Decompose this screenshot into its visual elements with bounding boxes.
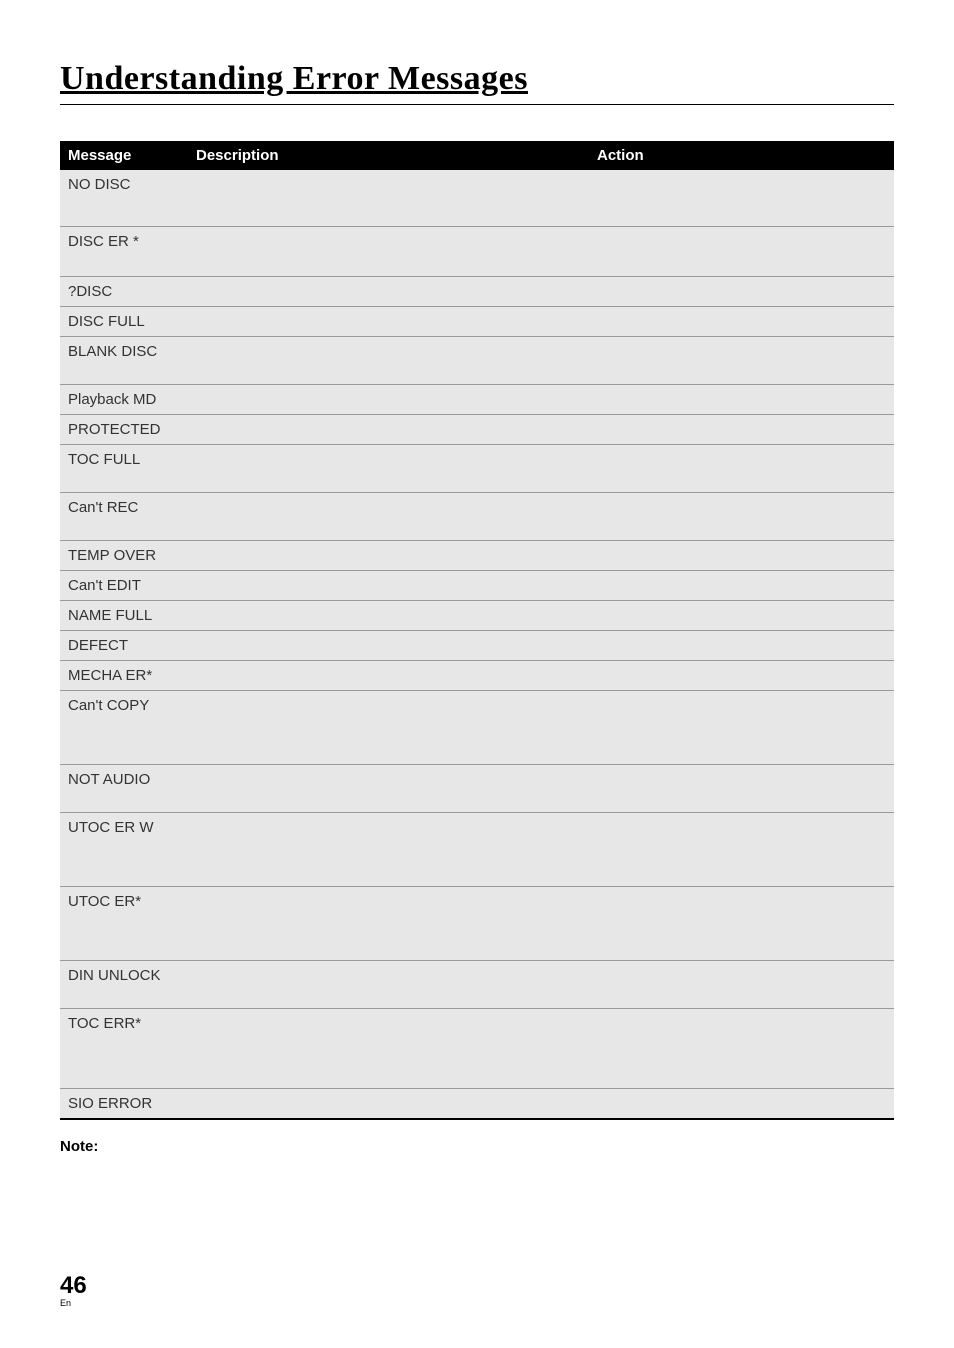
- description-cell: [188, 570, 589, 600]
- message-cell: UTOC ER W: [60, 812, 188, 886]
- message-cell: DISC FULL: [60, 306, 188, 336]
- description-cell: [188, 336, 589, 384]
- message-cell: UTOC ER*: [60, 886, 188, 960]
- message-cell: NAME FULL: [60, 600, 188, 630]
- message-cell: Can't REC: [60, 492, 188, 540]
- action-cell: [589, 226, 894, 276]
- table-row: Can't REC: [60, 492, 894, 540]
- table-row: TEMP OVER: [60, 540, 894, 570]
- message-cell: MECHA ER*: [60, 660, 188, 690]
- table-row: MECHA ER*: [60, 660, 894, 690]
- table-row: NAME FULL: [60, 600, 894, 630]
- table-row: TOC FULL: [60, 444, 894, 492]
- message-cell: Can't EDIT: [60, 570, 188, 600]
- description-cell: [188, 444, 589, 492]
- message-cell: BLANK DISC: [60, 336, 188, 384]
- message-cell: ?DISC: [60, 276, 188, 306]
- action-cell: [589, 1088, 894, 1119]
- description-cell: [188, 812, 589, 886]
- action-cell: [589, 570, 894, 600]
- message-cell: Can't COPY: [60, 690, 188, 764]
- message-cell: TOC FULL: [60, 444, 188, 492]
- message-cell: NOT AUDIO: [60, 764, 188, 812]
- page-number: 46: [60, 1272, 87, 1300]
- table-row: TOC ERR*: [60, 1008, 894, 1088]
- table-row: SIO ERROR: [60, 1088, 894, 1119]
- table-row: DISC FULL: [60, 306, 894, 336]
- description-cell: [188, 384, 589, 414]
- action-cell: [589, 886, 894, 960]
- action-cell: [589, 812, 894, 886]
- table-row: UTOC ER W: [60, 812, 894, 886]
- description-cell: [188, 414, 589, 444]
- table-row: NO DISC: [60, 170, 894, 226]
- message-cell: TEMP OVER: [60, 540, 188, 570]
- message-cell: TOC ERR*: [60, 1008, 188, 1088]
- description-cell: [188, 540, 589, 570]
- table-row: DIN UNLOCK: [60, 960, 894, 1008]
- table-row: UTOC ER*: [60, 886, 894, 960]
- table-row: DISC ER *: [60, 226, 894, 276]
- table-row: DEFECT: [60, 630, 894, 660]
- message-cell: SIO ERROR: [60, 1088, 188, 1119]
- description-cell: [188, 960, 589, 1008]
- message-cell: NO DISC: [60, 170, 188, 226]
- action-cell: [589, 630, 894, 660]
- description-cell: [188, 170, 589, 226]
- table-header-row: Message Description Action: [60, 141, 894, 170]
- description-cell: [188, 690, 589, 764]
- header-action: Action: [589, 141, 894, 170]
- message-cell: DIN UNLOCK: [60, 960, 188, 1008]
- description-cell: [188, 1008, 589, 1088]
- action-cell: [589, 306, 894, 336]
- action-cell: [589, 276, 894, 306]
- message-cell: Playback MD: [60, 384, 188, 414]
- table-row: NOT AUDIO: [60, 764, 894, 812]
- action-cell: [589, 690, 894, 764]
- action-cell: [589, 384, 894, 414]
- table-row: Can't COPY: [60, 690, 894, 764]
- description-cell: [188, 226, 589, 276]
- description-cell: [188, 630, 589, 660]
- description-cell: [188, 660, 589, 690]
- table-row: BLANK DISC: [60, 336, 894, 384]
- action-cell: [589, 960, 894, 1008]
- description-cell: [188, 306, 589, 336]
- page-footer: 46 En: [60, 1272, 87, 1308]
- action-cell: [589, 336, 894, 384]
- header-message: Message: [60, 141, 188, 170]
- action-cell: [589, 170, 894, 226]
- action-cell: [589, 660, 894, 690]
- table-row: Can't EDIT: [60, 570, 894, 600]
- description-cell: [188, 886, 589, 960]
- table-row: Playback MD: [60, 384, 894, 414]
- title-underline-rule: [60, 104, 894, 105]
- action-cell: [589, 764, 894, 812]
- page-title: Understanding Error Messages: [60, 60, 894, 98]
- description-cell: [188, 492, 589, 540]
- message-cell: DEFECT: [60, 630, 188, 660]
- action-cell: [589, 414, 894, 444]
- description-cell: [188, 600, 589, 630]
- table-row: ?DISC: [60, 276, 894, 306]
- message-cell: PROTECTED: [60, 414, 188, 444]
- action-cell: [589, 600, 894, 630]
- description-cell: [188, 764, 589, 812]
- note-label: Note:: [60, 1138, 894, 1155]
- description-cell: [188, 276, 589, 306]
- action-cell: [589, 492, 894, 540]
- message-cell: DISC ER *: [60, 226, 188, 276]
- action-cell: [589, 1008, 894, 1088]
- error-messages-table: Message Description Action NO DISCDISC E…: [60, 141, 894, 1120]
- action-cell: [589, 540, 894, 570]
- table-row: PROTECTED: [60, 414, 894, 444]
- action-cell: [589, 444, 894, 492]
- header-description: Description: [188, 141, 589, 170]
- description-cell: [188, 1088, 589, 1119]
